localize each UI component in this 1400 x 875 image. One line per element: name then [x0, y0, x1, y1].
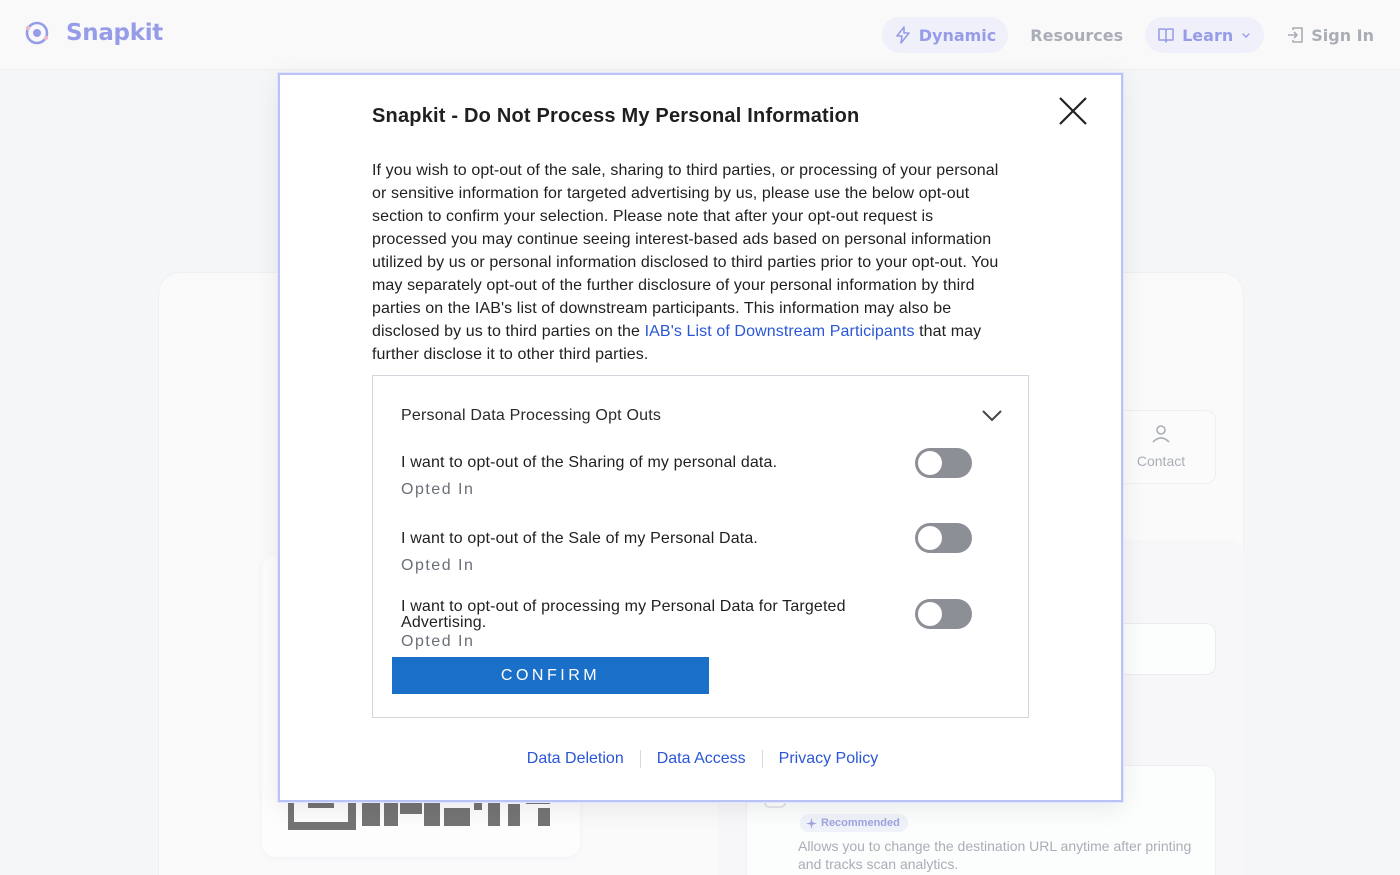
optout-panel-title: Personal Data Processing Opt Outs [401, 407, 662, 424]
close-dialog-button[interactable] [1057, 95, 1089, 127]
close-icon [1059, 97, 1087, 125]
iab-downstream-link[interactable]: IAB's List of Downstream Participants [645, 323, 915, 340]
dialog-title: Snapkit - Do Not Process My Personal Inf… [372, 105, 860, 127]
toggle-targeted-ads[interactable] [915, 599, 972, 629]
data-access-link[interactable]: Data Access [641, 750, 762, 768]
toggle-sharing[interactable] [915, 448, 972, 478]
dialog-description-text: If you wish to opt-out of the sale, shar… [372, 162, 999, 340]
confirm-button[interactable]: CONFIRM [392, 657, 709, 694]
dialog-footer-links: Data Deletion Data Access Privacy Policy [280, 750, 1125, 768]
dialog-description: If you wish to opt-out of the sale, shar… [372, 159, 1012, 366]
optout-label: I want to opt-out of processing my Perso… [401, 598, 846, 631]
optout-label: I want to opt-out of the Sale of my Pers… [401, 530, 759, 547]
toggle-knob [918, 451, 942, 475]
optout-status: Opted In [401, 633, 475, 650]
chevron-down-icon[interactable] [981, 404, 1003, 426]
toggle-knob [918, 526, 942, 550]
toggle-knob [918, 602, 942, 626]
data-deletion-link[interactable]: Data Deletion [511, 750, 640, 768]
optout-row-sharing: I want to opt-out of the Sharing of my p… [401, 455, 1001, 499]
optout-panel: Personal Data Processing Opt Outs I want… [372, 375, 1029, 718]
optout-row-sale: I want to opt-out of the Sale of my Pers… [401, 531, 1001, 575]
privacy-policy-link[interactable]: Privacy Policy [763, 750, 895, 768]
optout-row-targeted-ads: I want to opt-out of processing my Perso… [401, 599, 1001, 651]
toggle-sale[interactable] [915, 523, 972, 553]
privacy-optout-dialog: Snapkit - Do Not Process My Personal Inf… [278, 73, 1123, 802]
optout-label: I want to opt-out of the Sharing of my p… [401, 454, 778, 471]
optout-status: Opted In [401, 557, 475, 574]
optout-status: Opted In [401, 481, 475, 498]
